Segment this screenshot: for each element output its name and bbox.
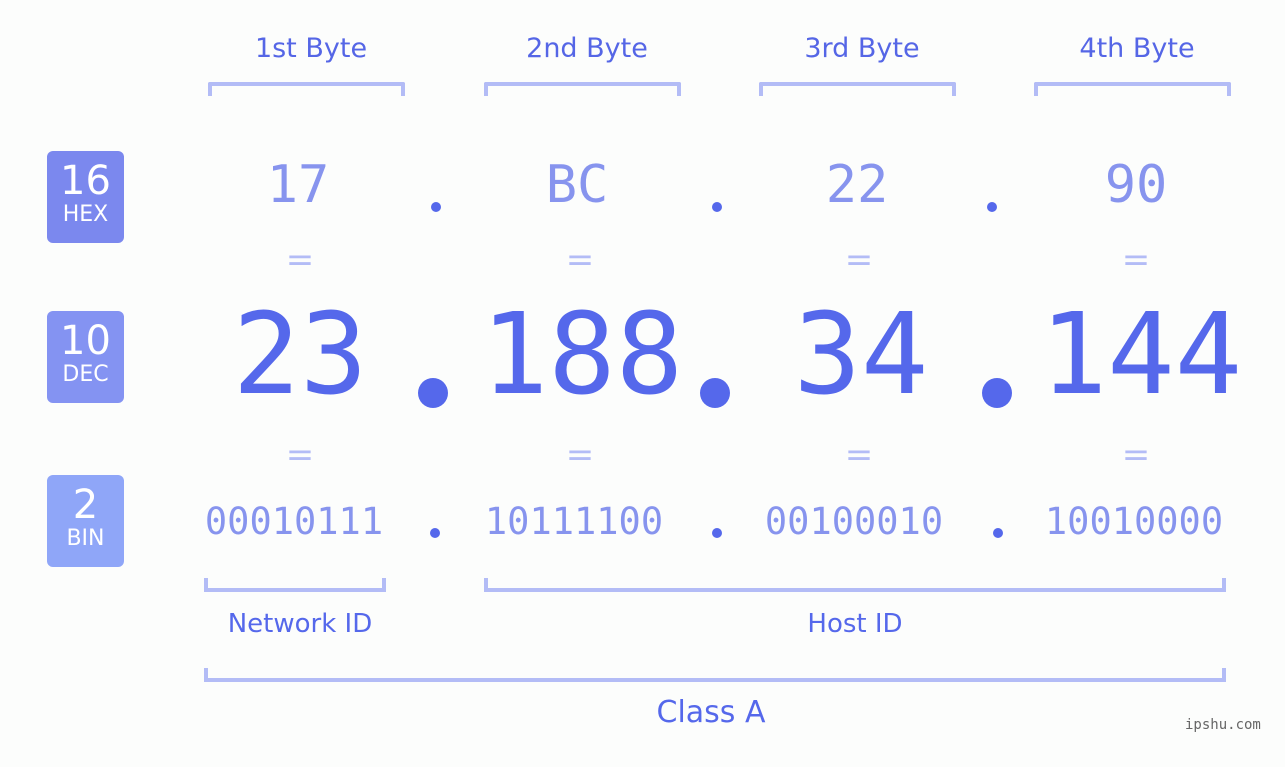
equals-hex-dec-3: =	[844, 240, 874, 280]
hex-badge-base: 16	[60, 158, 111, 204]
watermark: ipshu.com	[1185, 717, 1261, 733]
host-id-bracket	[484, 578, 1226, 592]
equals-dec-bin-3: =	[844, 435, 874, 475]
byte-header-2: 2nd Byte	[526, 33, 648, 64]
bin-badge: 2 BIN	[47, 475, 124, 567]
class-bracket	[204, 668, 1226, 682]
byte-header-4: 4th Byte	[1079, 33, 1195, 64]
bin-byte-4: 10010000	[1044, 500, 1224, 543]
bin-badge-label: BIN	[66, 526, 105, 551]
hex-dot-3	[987, 202, 997, 212]
bin-badge-base: 2	[72, 482, 99, 528]
hex-byte-4: 90	[1104, 155, 1168, 215]
bin-byte-2: 10111100	[484, 500, 664, 543]
dec-byte-4: 144	[1039, 290, 1243, 420]
byte-header-3: 3rd Byte	[804, 33, 920, 64]
hex-badge: 16 HEX	[47, 151, 124, 243]
dec-byte-2: 188	[480, 290, 684, 420]
bin-dot-3	[993, 528, 1003, 538]
hex-byte-1: 17	[266, 155, 330, 215]
dec-dot-3	[982, 378, 1012, 408]
hex-byte-3: 22	[825, 155, 889, 215]
bin-dot-2	[712, 528, 722, 538]
equals-hex-dec-4: =	[1121, 240, 1151, 280]
dec-badge-base: 10	[60, 318, 111, 364]
equals-hex-dec-1: =	[285, 240, 315, 280]
equals-dec-bin-1: =	[285, 435, 315, 475]
bin-byte-1: 00010111	[204, 500, 384, 543]
equals-dec-bin-2: =	[565, 435, 595, 475]
byte-bracket-2	[484, 82, 681, 96]
hex-byte-2: BC	[545, 155, 609, 215]
hex-badge-label: HEX	[62, 202, 109, 227]
byte-header-1: 1st Byte	[254, 33, 368, 64]
equals-hex-dec-2: =	[565, 240, 595, 280]
dec-badge: 10 DEC	[47, 311, 124, 403]
class-label: Class A	[656, 695, 766, 730]
byte-bracket-3	[759, 82, 956, 96]
equals-dec-bin-4: =	[1121, 435, 1151, 475]
dec-badge-label: DEC	[62, 362, 109, 387]
hex-dot-1	[431, 202, 441, 212]
bin-byte-3: 00100010	[764, 500, 944, 543]
hex-dot-2	[712, 202, 722, 212]
byte-bracket-1	[208, 82, 405, 96]
network-id-label: Network ID	[227, 609, 373, 639]
host-id-label: Host ID	[807, 609, 903, 639]
dec-byte-1: 23	[232, 290, 368, 420]
byte-bracket-4	[1034, 82, 1231, 96]
network-id-bracket	[204, 578, 386, 592]
dec-dot-2	[700, 378, 730, 408]
dec-byte-3: 34	[793, 290, 929, 420]
dec-dot-1	[418, 378, 448, 408]
bin-dot-1	[430, 528, 440, 538]
